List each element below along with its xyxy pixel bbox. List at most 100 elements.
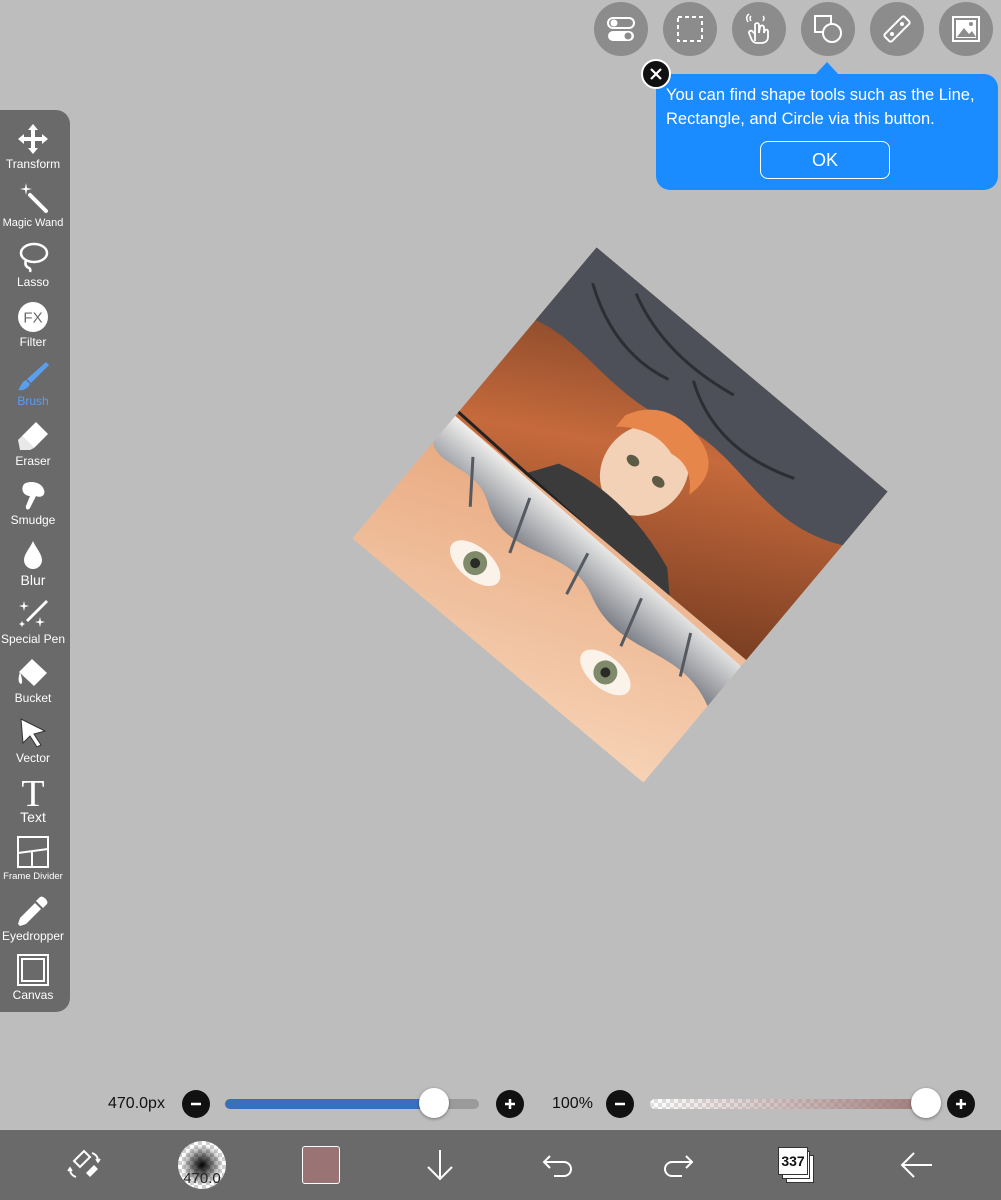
- tooltip-close-button[interactable]: [641, 59, 671, 89]
- artwork-illustration: [352, 247, 888, 783]
- tool-label: Filter: [19, 335, 47, 349]
- tool-label: Eraser: [15, 454, 51, 468]
- tool-text[interactable]: T Text: [0, 773, 66, 832]
- tool-label: Bucket: [14, 691, 52, 705]
- canvas-icon: [17, 954, 49, 986]
- tool-canvas[interactable]: Canvas: [0, 951, 66, 1010]
- tool-eyedropper[interactable]: Eyedropper: [0, 892, 66, 951]
- brush-size-fill: [225, 1099, 434, 1109]
- sparkle-pen-icon: [19, 600, 48, 627]
- download-button[interactable]: [418, 1130, 462, 1200]
- tool-bucket[interactable]: Bucket: [0, 654, 66, 713]
- tool-smudge[interactable]: Smudge: [0, 476, 66, 535]
- tool-label: Vector: [15, 751, 51, 765]
- tool-blur[interactable]: Blur: [0, 536, 66, 595]
- toggle-icon: [607, 17, 635, 41]
- image-button[interactable]: [939, 2, 993, 56]
- swap-icon: [67, 1149, 101, 1178]
- opacity-increase-button[interactable]: [947, 1090, 975, 1118]
- shape-tools-tooltip: You can find shape tools such as the Lin…: [656, 74, 998, 190]
- selection-icon: [677, 16, 703, 42]
- canvas-artwork[interactable]: [352, 247, 888, 783]
- tool-label: Canvas: [12, 988, 54, 1002]
- image-icon: [952, 16, 980, 42]
- toggle-button[interactable]: [594, 2, 648, 56]
- plus-icon: [956, 1099, 966, 1109]
- back-button[interactable]: [894, 1130, 938, 1200]
- tool-label: Transform: [5, 157, 61, 171]
- plus-icon: [505, 1099, 515, 1109]
- tool-filter[interactable]: FX Filter: [0, 298, 66, 357]
- tool-eraser[interactable]: Eraser: [0, 417, 66, 476]
- shapes-button[interactable]: [801, 2, 855, 56]
- tool-magic-wand[interactable]: Magic Wand: [0, 179, 66, 238]
- current-color-swatch: [302, 1146, 340, 1184]
- layers-count: 337: [781, 1153, 805, 1169]
- eraser-icon: [18, 422, 48, 450]
- tooltip-text: You can find shape tools such as the Lin…: [666, 86, 975, 128]
- tool-frame-divider[interactable]: Frame Divider: [0, 833, 66, 892]
- tool-label: Brush: [17, 394, 49, 408]
- svg-text:FX: FX: [23, 310, 42, 327]
- tool-label: Eyedropper: [1, 929, 65, 943]
- bottom-toolbar: 470.0 337: [0, 1130, 1001, 1200]
- opacity-slider-knob[interactable]: [911, 1088, 941, 1118]
- layers-stack-front: 337: [778, 1147, 808, 1175]
- tooltip-ok-button[interactable]: OK: [760, 141, 890, 179]
- tool-brush[interactable]: Brush: [0, 357, 66, 416]
- text-icon: T: [21, 775, 44, 809]
- ruler-button[interactable]: [870, 2, 924, 56]
- minus-icon: [615, 1102, 625, 1106]
- redo-button[interactable]: [656, 1130, 700, 1200]
- opacity-decrease-button[interactable]: [606, 1090, 634, 1118]
- tool-label: Smudge: [10, 513, 56, 527]
- eyedropper-icon: [18, 896, 48, 926]
- magic-wand-icon: [20, 183, 48, 213]
- tool-label: Text: [20, 809, 46, 825]
- svg-text:T: T: [21, 775, 44, 809]
- brush-preview-size: 470.0: [183, 1170, 221, 1187]
- close-icon: [650, 68, 662, 80]
- shapes-icon: [814, 15, 842, 43]
- gesture-icon: [745, 13, 769, 44]
- brush-size-increase-button[interactable]: [496, 1090, 524, 1118]
- bucket-icon: [18, 659, 47, 686]
- tool-label: Lasso: [16, 275, 50, 289]
- fx-icon: FX: [18, 302, 48, 332]
- tool-label: Blur: [20, 572, 46, 588]
- tool-special-pen[interactable]: Special Pen: [0, 595, 66, 654]
- arrow-left-icon: [900, 1152, 932, 1178]
- arrow-down-icon: [427, 1150, 453, 1181]
- brush-preview: 470.0: [178, 1141, 226, 1189]
- undo-icon: [542, 1155, 572, 1177]
- droplet-icon: [24, 541, 42, 569]
- gesture-button[interactable]: [732, 2, 786, 56]
- opacity-value: 100%: [552, 1095, 593, 1112]
- tool-transform[interactable]: Transform: [0, 120, 66, 179]
- lasso-icon: [19, 242, 49, 273]
- redo-icon: [664, 1155, 694, 1177]
- cursor-arrow-icon: [20, 718, 47, 748]
- move-arrows-icon: [18, 124, 48, 154]
- brush-size-decrease-button[interactable]: [182, 1090, 210, 1118]
- tool-label: Frame Divider: [3, 871, 63, 882]
- brush-icon: [18, 362, 49, 391]
- selection-button[interactable]: [663, 2, 717, 56]
- ruler-icon: [883, 15, 911, 43]
- opacity-track[interactable]: [650, 1099, 940, 1109]
- color-picker-button[interactable]: [300, 1130, 342, 1200]
- minus-icon: [191, 1102, 201, 1106]
- tool-vector[interactable]: Vector: [0, 714, 66, 773]
- tool-label: Special Pen: [0, 632, 66, 646]
- tool-label: Magic Wand: [2, 217, 64, 229]
- smudge-icon: [22, 482, 45, 510]
- brush-size-value: 470.0px: [108, 1095, 165, 1112]
- layers-icon: 337: [778, 1147, 814, 1183]
- brush-size-slider-knob[interactable]: [418, 1088, 449, 1118]
- undo-button[interactable]: [536, 1130, 580, 1200]
- brush-preview-button[interactable]: 470.0: [176, 1130, 228, 1200]
- swap-tools-button[interactable]: [62, 1130, 106, 1200]
- tool-panel: Transform Magic Wand Lasso FX Filter Bru…: [0, 110, 70, 1012]
- tool-lasso[interactable]: Lasso: [0, 238, 66, 297]
- layers-button[interactable]: 337: [774, 1130, 818, 1200]
